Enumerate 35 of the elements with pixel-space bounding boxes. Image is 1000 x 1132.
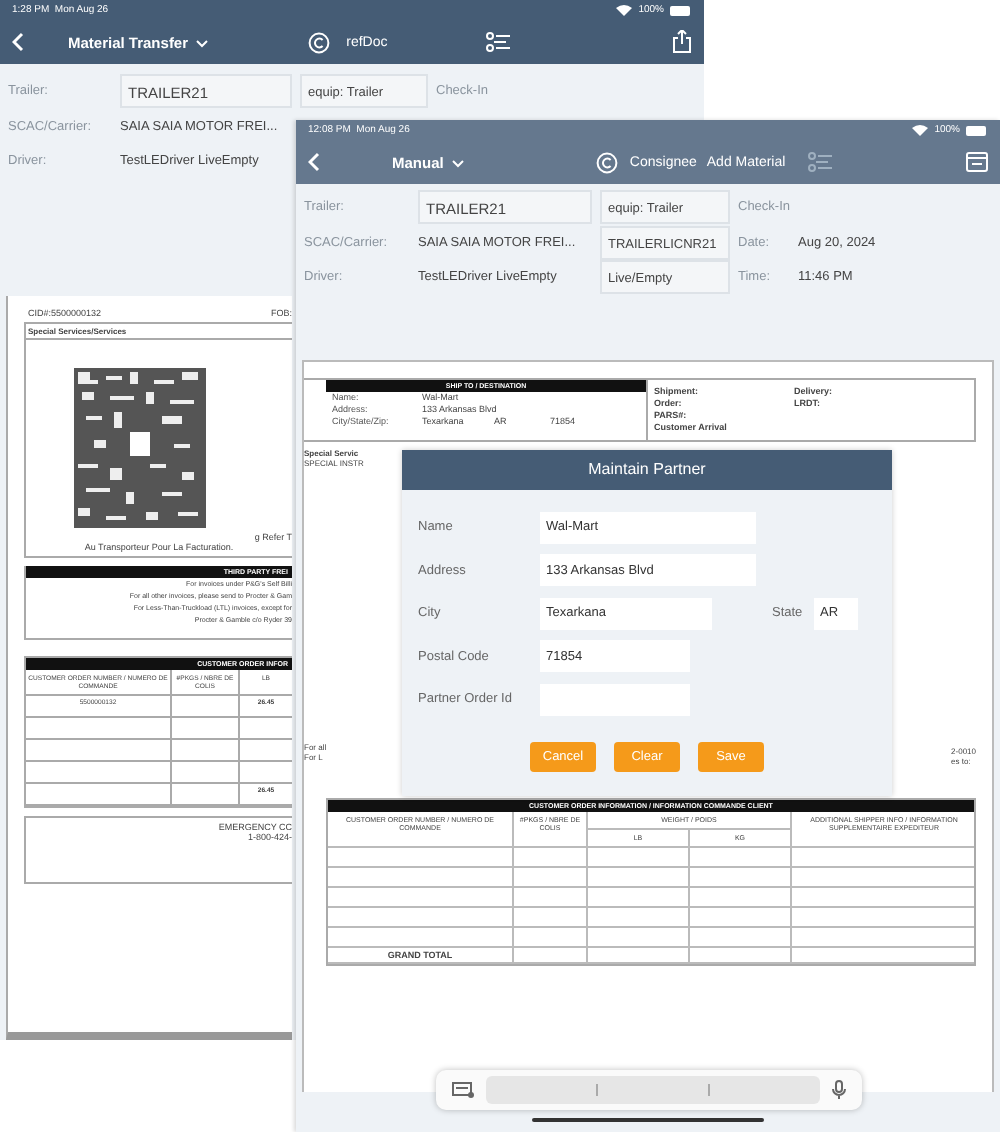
table-cell [514,848,588,868]
microphone-icon[interactable] [832,1080,846,1100]
table-cell [172,718,240,740]
table-cell [514,908,588,928]
battery-icon [966,125,988,135]
chevron-down-icon [196,39,209,48]
copyright-icon[interactable] [595,151,618,173]
table-cell [690,928,792,948]
table-cell [588,888,690,908]
back-icon[interactable] [12,32,24,52]
dialog-title: Maintain Partner [402,450,892,490]
wifi-icon [616,4,633,16]
keyboard-icon[interactable] [452,1082,474,1098]
list-icon[interactable] [485,32,510,52]
table-cell [690,908,792,928]
table-cell [588,848,690,868]
share-icon[interactable] [672,30,692,54]
table-cell [514,928,588,948]
table-cell [588,908,690,928]
table-cell [172,740,240,762]
table-cell [690,848,792,868]
table-cell [690,868,792,888]
table-cell [588,928,690,948]
table-cell [690,888,792,908]
battery-icon [670,5,692,15]
table-cell [172,762,240,784]
back-icon[interactable] [308,152,320,172]
table-cell [172,696,240,718]
table-cell [588,868,690,888]
copyright-icon[interactable] [308,31,331,53]
document-icon[interactable] [966,152,988,172]
table-cell [514,888,588,908]
table-cell [514,868,588,888]
chevron-down-icon [451,159,464,168]
wifi-icon [912,124,929,136]
